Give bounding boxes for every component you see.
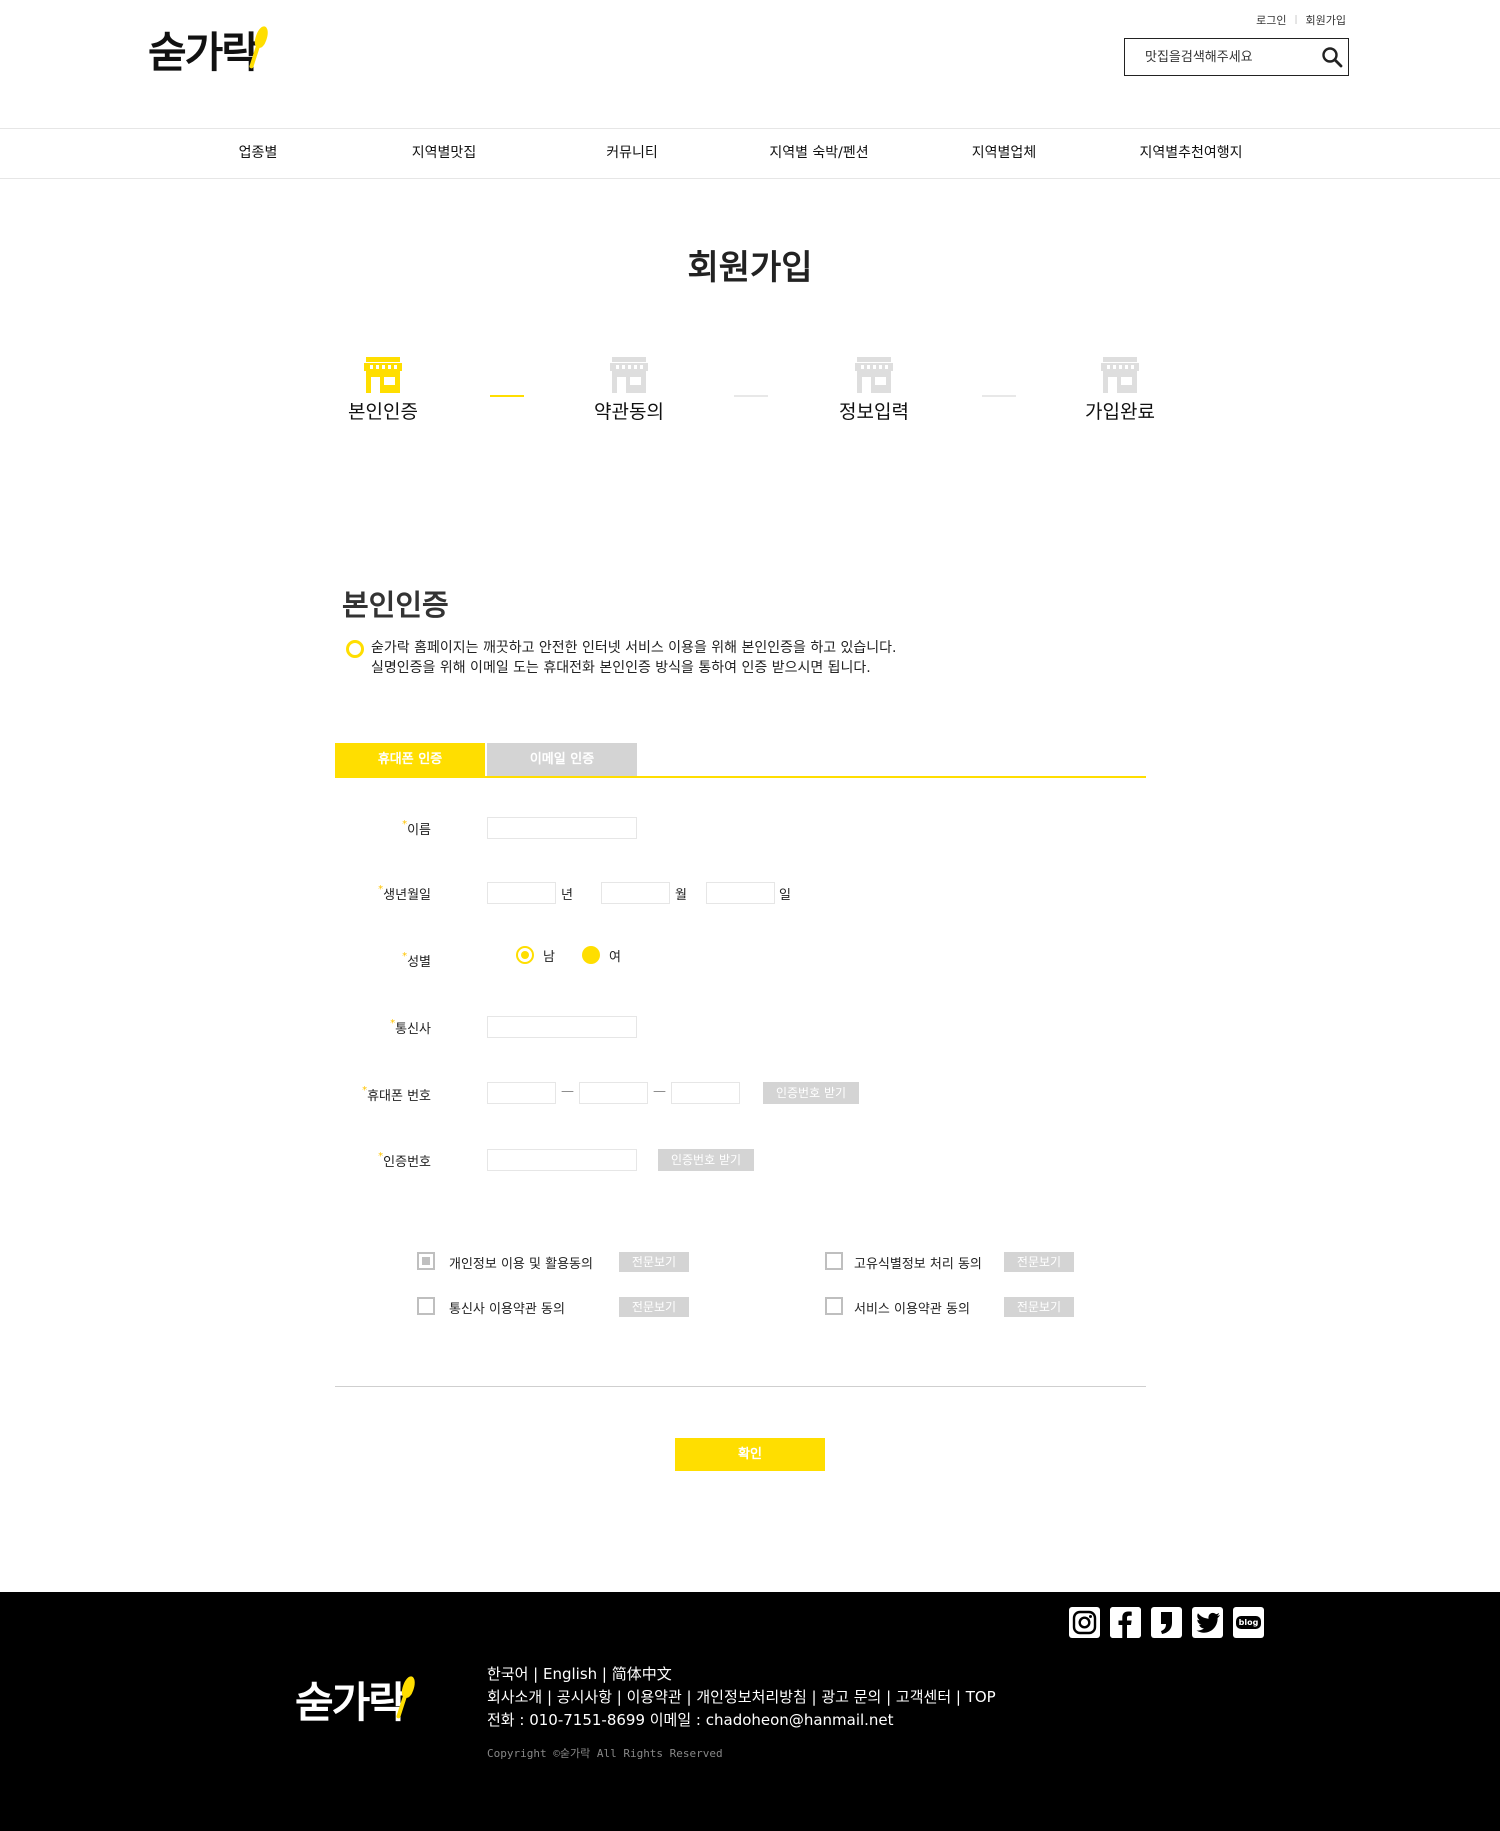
- notice-text: 숟가락 홈페이지는 깨끗하고 안전한 인터넷 서비스 이용을 위해 본인인증을 …: [371, 638, 897, 678]
- gender-label: *성별: [402, 951, 431, 970]
- nav-item-lodging[interactable]: 지역별 숙박/펜션: [769, 129, 868, 178]
- logo-text: 숟가락: [295, 1678, 407, 1727]
- phone-part1-input[interactable]: [487, 1082, 556, 1104]
- gender-female-label: 여: [609, 950, 621, 965]
- agree-privacy-checkbox[interactable]: [417, 1252, 435, 1270]
- name-label: *이름: [402, 819, 431, 838]
- nav-item-local-restaurants[interactable]: 지역별맛집: [412, 129, 476, 178]
- login-link[interactable]: 로그인: [1256, 12, 1286, 28]
- step-connector: [490, 395, 524, 397]
- search-icon[interactable]: [1315, 39, 1348, 75]
- section-title: 본인인증: [342, 588, 449, 622]
- tab-underline: [335, 776, 1146, 778]
- code-input[interactable]: [487, 1149, 637, 1171]
- copyright: Copyright ©숟가락 All Rights Reserved: [487, 1747, 723, 1760]
- kakaostory-icon[interactable]: [1151, 1607, 1182, 1638]
- view-privacy-button[interactable]: 전문보기: [619, 1252, 689, 1272]
- gender-male-label: 남: [543, 950, 555, 965]
- gender-male-radio[interactable]: [516, 946, 534, 964]
- phone-dash: —: [561, 1084, 574, 1099]
- agree-privacy-label: 개인정보 이용 및 활용동의: [449, 1257, 593, 1272]
- store-icon: [855, 357, 893, 393]
- month-unit: 월: [675, 888, 687, 903]
- circle-icon: [346, 640, 364, 658]
- step-label: 본인인증: [348, 401, 418, 423]
- instagram-icon[interactable]: [1069, 1607, 1100, 1638]
- footer-info: 한국어 | English | 简体中文 회사소개 | 공시사항 | 이용약관 …: [487, 1663, 996, 1732]
- year-unit: 년: [561, 888, 573, 903]
- birth-label: *생년월일: [378, 884, 431, 903]
- phone-label: *휴대폰 번호: [362, 1085, 431, 1104]
- nav-item-local-business[interactable]: 지역별업체: [972, 129, 1036, 178]
- birth-year-input[interactable]: [487, 882, 556, 904]
- agree-service-label: 서비스 이용약관 동의: [854, 1302, 970, 1317]
- step-connector: [982, 395, 1016, 397]
- notice-line: 숟가락 홈페이지는 깨끗하고 안전한 인터넷 서비스 이용을 위해 본인인증을 …: [371, 640, 897, 656]
- confirm-button[interactable]: 확인: [675, 1438, 825, 1471]
- code-label: *인증번호: [378, 1151, 431, 1170]
- step-label: 약관동의: [594, 401, 664, 423]
- site-logo[interactable]: 숟가락: [148, 24, 271, 77]
- signup-link[interactable]: 회원가입: [1306, 12, 1346, 28]
- step-label: 정보입력: [839, 401, 909, 423]
- day-unit: 일: [779, 888, 791, 903]
- carrier-label: *통신사: [390, 1018, 431, 1037]
- step-identity: 본인인증: [313, 355, 453, 424]
- view-service-button[interactable]: 전문보기: [1004, 1297, 1074, 1317]
- page-title: 회원가입: [687, 248, 813, 288]
- store-icon: [610, 357, 648, 393]
- agree-carrier-checkbox[interactable]: [417, 1297, 435, 1315]
- step-info: 정보입력: [804, 355, 944, 424]
- agree-unique-id-checkbox[interactable]: [825, 1252, 843, 1270]
- agree-service-checkbox[interactable]: [825, 1297, 843, 1315]
- search-box: [1124, 38, 1349, 76]
- main-nav: 업종별 지역별맛집 커뮤니티 지역별 숙박/펜션 지역별업체 지역별추천여행지: [0, 128, 1500, 179]
- agree-carrier-label: 통신사 이용약관 동의: [449, 1302, 565, 1317]
- nav-item-category[interactable]: 업종별: [239, 129, 278, 178]
- birth-day-input[interactable]: [706, 882, 775, 904]
- step-connector: [734, 395, 768, 397]
- facebook-icon[interactable]: [1110, 1607, 1141, 1638]
- footer-logo[interactable]: 숟가락: [295, 1674, 418, 1727]
- logo-text: 숟가락: [148, 28, 260, 77]
- twitter-icon[interactable]: [1192, 1607, 1223, 1638]
- tab-phone-verification[interactable]: 휴대폰 인증: [335, 743, 485, 777]
- step-complete: 가입완료: [1050, 355, 1190, 424]
- search-input[interactable]: [1125, 39, 1315, 75]
- agree-unique-id-label: 고유식별정보 처리 동의: [854, 1257, 982, 1272]
- name-input[interactable]: [487, 817, 637, 839]
- store-icon: [364, 357, 402, 393]
- blog-text: blog: [1235, 1616, 1262, 1629]
- store-icon: [1101, 357, 1139, 393]
- step-label: 가입완료: [1085, 401, 1155, 423]
- notice-line: 실명인증을 위해 이메일 도는 휴대전화 본인인증 방식을 통하여 인증 받으시…: [371, 660, 871, 676]
- phone-part3-input[interactable]: [671, 1082, 740, 1104]
- nav-item-travel[interactable]: 지역별추천여행지: [1139, 129, 1242, 178]
- gender-female-radio[interactable]: [582, 946, 600, 964]
- footer-links[interactable]: 회사소개 | 공시사항 | 이용약관 | 개인정보처리방침 | 광고 문의 | …: [487, 1686, 996, 1709]
- view-unique-id-button[interactable]: 전문보기: [1004, 1252, 1074, 1272]
- contact-info: 전화 : 010-7151-8699 이메일 : chadoheon@hanma…: [487, 1711, 894, 1729]
- phone-dash: —: [653, 1084, 666, 1099]
- nav-item-community[interactable]: 커뮤니티: [606, 129, 658, 178]
- carrier-input[interactable]: [487, 1016, 637, 1038]
- divider: [335, 1386, 1146, 1387]
- step-terms: 약관동의: [559, 355, 699, 424]
- language-links[interactable]: 한국어 | English | 简体中文: [487, 1663, 996, 1686]
- footer: blog 숟가락 한국어 | English | 简体中文 회사소개 | 공시사…: [0, 1592, 1500, 1831]
- view-carrier-button[interactable]: 전문보기: [619, 1297, 689, 1317]
- blog-icon[interactable]: blog: [1233, 1607, 1264, 1638]
- code-button[interactable]: 인증번호 받기: [658, 1149, 754, 1171]
- get-code-button[interactable]: 인증번호 받기: [763, 1082, 859, 1104]
- tab-email-verification[interactable]: 이메일 인증: [487, 743, 637, 777]
- birth-month-input[interactable]: [601, 882, 670, 904]
- divider: |: [1294, 15, 1298, 25]
- top-links: 로그인 | 회원가입: [1256, 12, 1346, 28]
- phone-part2-input[interactable]: [579, 1082, 648, 1104]
